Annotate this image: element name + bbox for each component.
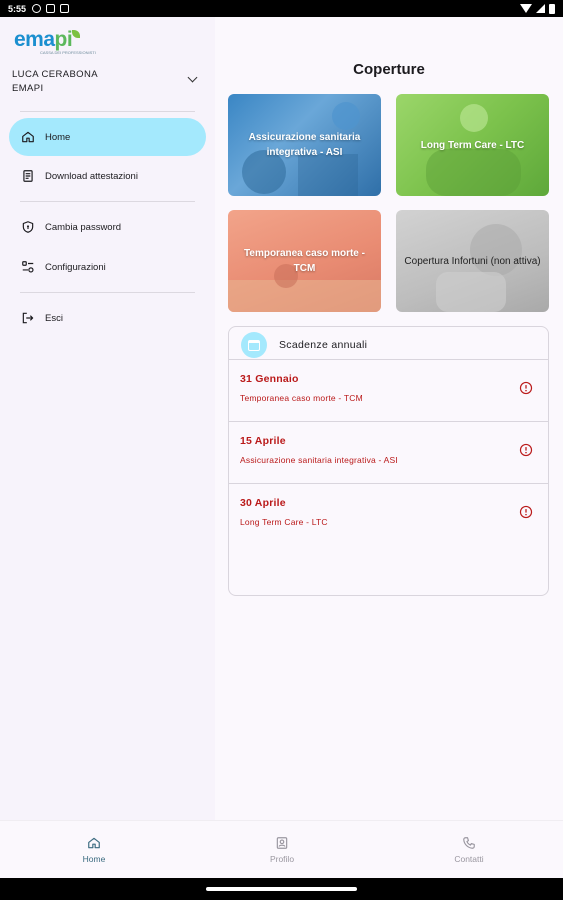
bottom-nav-profilo[interactable]: Profilo bbox=[188, 821, 376, 879]
logo-wordmark: emapi bbox=[14, 28, 73, 51]
deadline-row[interactable]: 31 Gennaio Temporanea caso morte - TCM bbox=[229, 359, 548, 421]
navigation-drawer: emapi CASSA DEI PROFESSIONISTI LUCA CERA… bbox=[0, 17, 215, 820]
signal-icon bbox=[536, 4, 545, 13]
alert-icon bbox=[519, 505, 533, 519]
status-bar: 5:55 bbox=[0, 0, 563, 17]
user-organization: EMAPI bbox=[12, 83, 44, 94]
bottom-nav-label: Contatti bbox=[454, 854, 484, 864]
document-icon bbox=[21, 169, 35, 183]
card-label: Long Term Care - LTC bbox=[420, 139, 525, 151]
wifi-icon bbox=[520, 4, 532, 13]
drawer-item-download-attestazioni[interactable]: Download attestazioni bbox=[9, 157, 206, 195]
logo-tagline: CASSA DEI PROFESSIONISTI bbox=[40, 50, 96, 55]
deadline-date: 31 Gennaio bbox=[240, 373, 299, 385]
drawer-item-esci[interactable]: Esci bbox=[9, 299, 206, 337]
alert-icon bbox=[519, 443, 533, 457]
drawer-item-cambia-password[interactable]: Cambia password bbox=[9, 208, 206, 246]
card-label: Copertura Infortuni (non attiva) bbox=[404, 255, 541, 267]
page-title: Coperture bbox=[353, 61, 425, 78]
deadline-coverage: Long Term Care - LTC bbox=[240, 517, 328, 527]
user-account-header[interactable]: LUCA CERABONA EMAPI bbox=[12, 68, 202, 96]
bottom-nav-contatti[interactable]: Contatti bbox=[375, 821, 563, 879]
deadline-row[interactable]: 30 Aprile Long Term Care - LTC bbox=[229, 483, 548, 595]
calendar-icon bbox=[241, 332, 267, 358]
drawer-item-label: Cambia password bbox=[45, 221, 122, 233]
drawer-item-configurazioni[interactable]: Configurazioni bbox=[9, 248, 206, 286]
app-notification-icon bbox=[60, 4, 70, 13]
deadline-date: 15 Aprile bbox=[240, 435, 286, 447]
alert-icon bbox=[519, 381, 533, 395]
calendar-notification-icon bbox=[46, 4, 56, 13]
card-label: Temporanea caso morte - TCM bbox=[244, 248, 365, 274]
drawer-item-label: Home bbox=[45, 131, 71, 143]
profile-icon bbox=[276, 837, 288, 849]
battery-icon bbox=[549, 3, 555, 14]
drawer-divider bbox=[20, 292, 195, 293]
phone-icon bbox=[463, 837, 475, 849]
settings-icon bbox=[21, 260, 35, 274]
coverage-card-infortuni[interactable]: Copertura Infortuni (non attiva) bbox=[396, 210, 549, 312]
deadlines-header: Scadenze annuali bbox=[241, 332, 367, 358]
coverage-card-ltc[interactable]: Long Term Care - LTC bbox=[396, 94, 549, 196]
user-name: LUCA CERABONA bbox=[12, 69, 98, 80]
logout-icon bbox=[21, 311, 35, 325]
location-icon bbox=[32, 4, 42, 13]
drawer-item-home[interactable]: Home bbox=[9, 118, 206, 156]
bottom-navigation: Home Profilo Contatti bbox=[0, 820, 563, 878]
app-screen: 5:55 emapi CASSA DEI PROFESSIONISTI LUCA… bbox=[0, 0, 563, 900]
drawer-divider bbox=[20, 201, 195, 202]
drawer-item-label: Download attestazioni bbox=[45, 170, 138, 182]
home-icon bbox=[88, 837, 100, 849]
deadlines-title: Scadenze annuali bbox=[279, 339, 368, 351]
home-gesture-handle[interactable] bbox=[206, 887, 357, 891]
gesture-navigation-bar bbox=[0, 878, 563, 900]
deadline-row[interactable]: 15 Aprile Assicurazione sanitaria integr… bbox=[229, 421, 548, 483]
bottom-nav-label: Home bbox=[82, 854, 106, 864]
shield-icon bbox=[21, 220, 35, 234]
drawer-item-label: Configurazioni bbox=[45, 261, 106, 273]
bottom-nav-home[interactable]: Home bbox=[0, 821, 188, 879]
status-indicators bbox=[520, 3, 555, 14]
deadline-coverage: Assicurazione sanitaria integrativa - AS… bbox=[240, 455, 398, 465]
status-time: 5:55 bbox=[8, 3, 27, 14]
drawer-item-label: Esci bbox=[45, 312, 63, 324]
annual-deadlines-panel: Scadenze annuali 31 Gennaio Temporanea c… bbox=[228, 326, 549, 596]
deadline-date: 30 Aprile bbox=[240, 497, 286, 509]
home-icon bbox=[21, 130, 35, 144]
coverage-card-asi[interactable]: Assicurazione sanitaria integrativa - AS… bbox=[228, 94, 381, 196]
main-content: Coperture Assicurazione sanitaria integr… bbox=[215, 17, 563, 820]
emapi-logo: emapi CASSA DEI PROFESSIONISTI bbox=[14, 28, 96, 58]
card-label: Assicurazione sanitaria integrativa - AS… bbox=[248, 132, 361, 158]
coverage-card-tcm[interactable]: Temporanea caso morte - TCM bbox=[228, 210, 381, 312]
bottom-nav-label: Profilo bbox=[269, 854, 295, 864]
deadline-coverage: Temporanea caso morte - TCM bbox=[240, 393, 363, 403]
drawer-divider bbox=[20, 111, 195, 112]
